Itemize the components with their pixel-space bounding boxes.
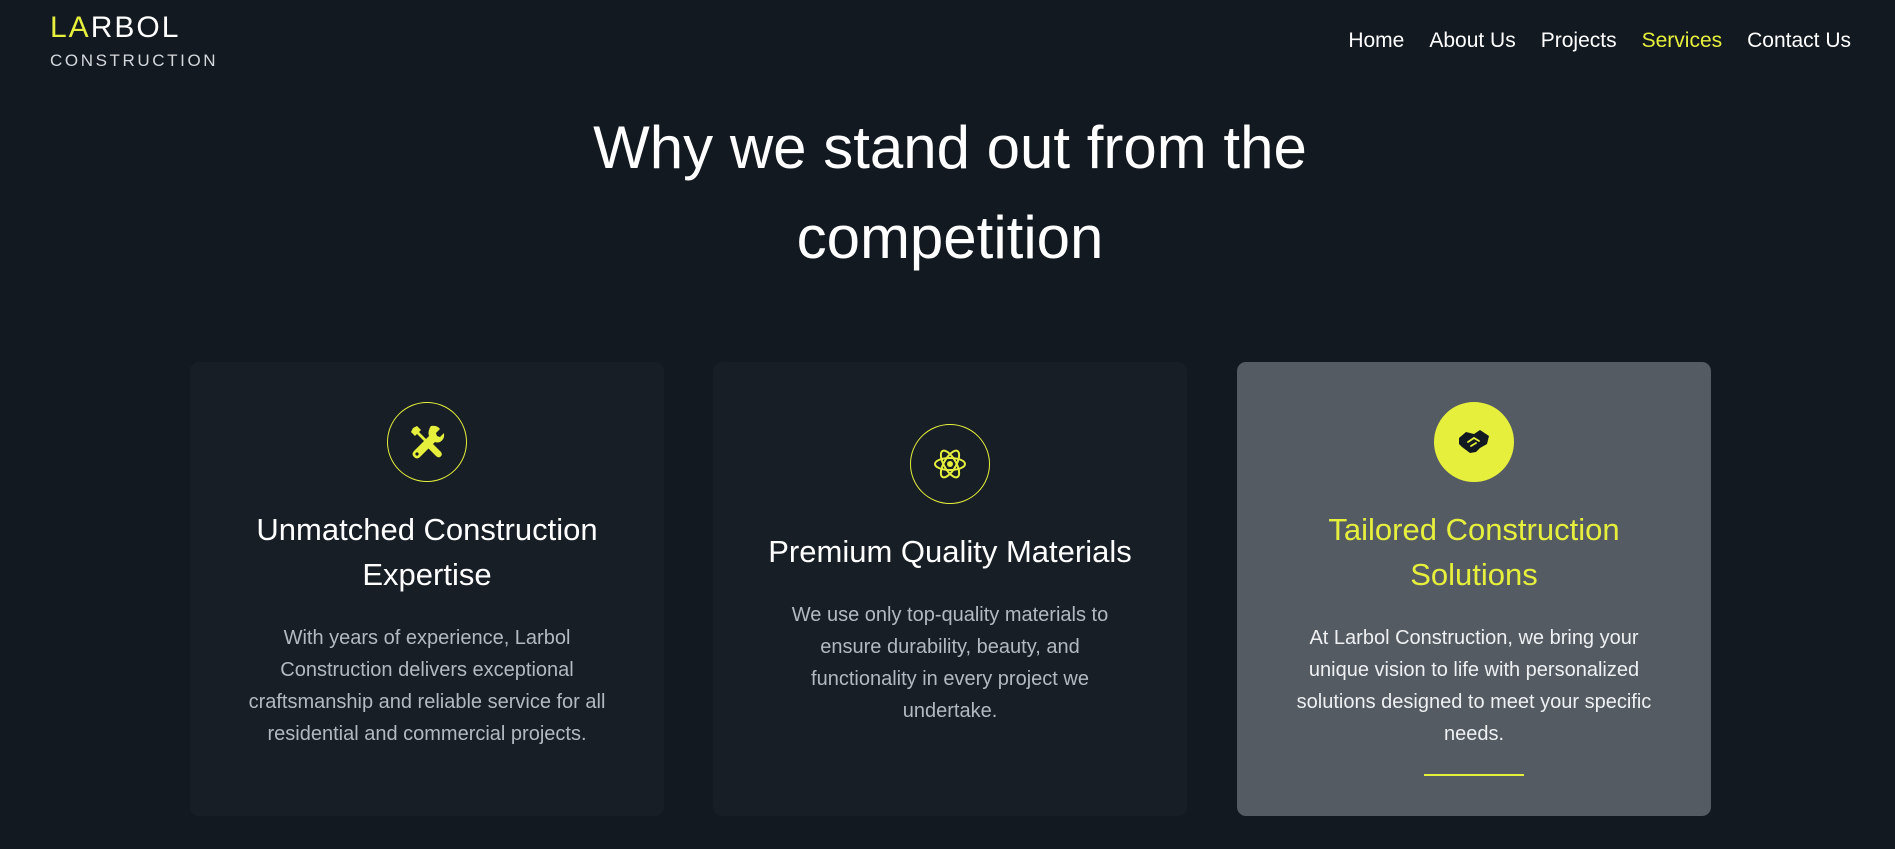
nav-services[interactable]: Services bbox=[1642, 26, 1723, 56]
feature-card-materials[interactable]: Premium Quality Materials We use only to… bbox=[713, 362, 1187, 816]
logo-title-rest: RBOL bbox=[90, 11, 181, 44]
active-underline bbox=[1424, 774, 1524, 776]
nav-about-us[interactable]: About Us bbox=[1429, 26, 1515, 56]
card-title: Unmatched Construction Expertise bbox=[256, 512, 598, 592]
tools-icon bbox=[387, 402, 467, 482]
logo[interactable]: LARBOL CONSTRUCTION bbox=[50, 12, 218, 72]
logo-subtitle: CONSTRUCTION bbox=[50, 51, 219, 70]
card-description: We use only top-quality materials to ens… bbox=[791, 604, 1109, 722]
atom-icon bbox=[910, 424, 990, 504]
nav-contact-us[interactable]: Contact Us bbox=[1747, 26, 1851, 56]
handshake-icon bbox=[1434, 402, 1514, 482]
main-nav: Home About Us Projects Services Contact … bbox=[1348, 26, 1851, 56]
card-title: Tailored Construction Solutions bbox=[1328, 512, 1620, 592]
feature-card-solutions[interactable]: Tailored Construction Solutions At Larbo… bbox=[1237, 362, 1711, 816]
card-description: With years of experience, Larbol Constru… bbox=[248, 627, 606, 745]
section-heading: Why we stand out from the competition bbox=[593, 114, 1307, 271]
logo-title: LARBOL bbox=[50, 12, 218, 44]
nav-projects[interactable]: Projects bbox=[1541, 26, 1617, 56]
card-description: At Larbol Construction, we bring your un… bbox=[1296, 627, 1652, 745]
logo-title-accent: LA bbox=[50, 11, 91, 44]
feature-card-expertise[interactable]: Unmatched Construction Expertise With ye… bbox=[190, 362, 664, 816]
card-title: Premium Quality Materials bbox=[768, 534, 1132, 569]
nav-home[interactable]: Home bbox=[1348, 26, 1404, 56]
